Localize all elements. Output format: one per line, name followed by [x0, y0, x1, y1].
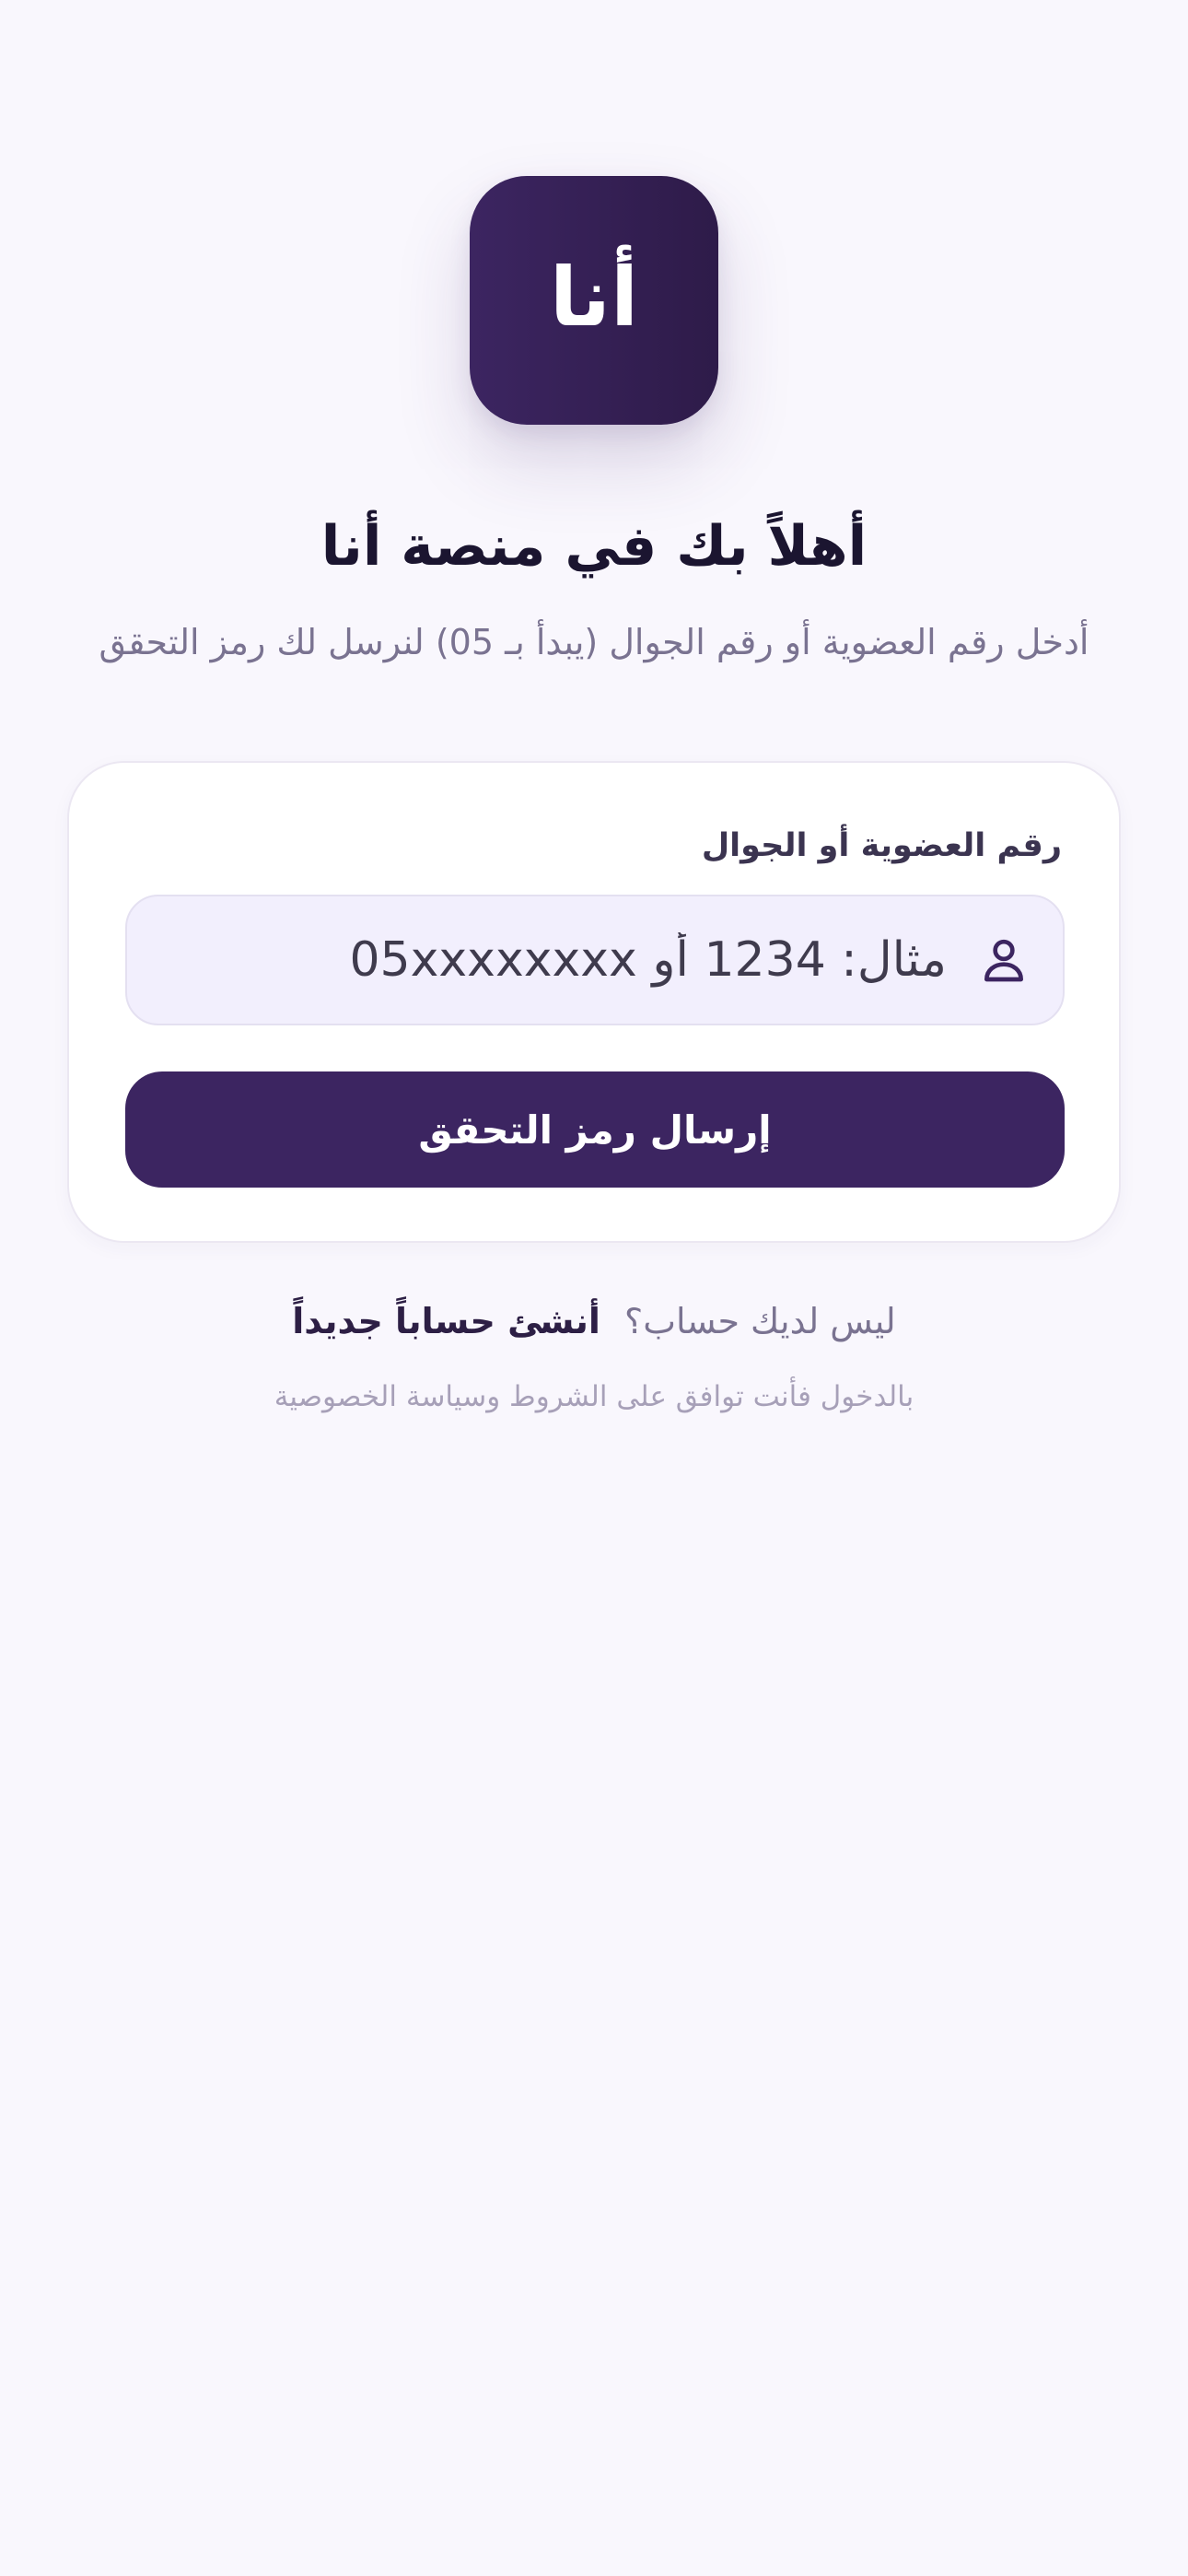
app-logo: أنا	[470, 176, 718, 425]
login-page: أنا أهلاً بك في منصة أنا أدخل رقم العضوي…	[0, 0, 1188, 2576]
page-subtitle: أدخل رقم العضوية أو رقم الجوال (يبدأ بـ …	[99, 622, 1089, 662]
signup-row: ليس لديك حساب؟ أنشئ حساباً جديداً	[0, 1292, 1188, 1351]
user-icon	[974, 931, 1033, 989]
no-account-text: ليس لديك حساب؟	[624, 1301, 896, 1341]
member-input-wrapper[interactable]	[125, 895, 1065, 1025]
member-field-label: رقم العضوية أو الجوال	[701, 827, 1062, 864]
terms-notice: بالدخول فأنت توافق على الشروط وسياسة الخ…	[274, 1380, 914, 1413]
logo-text: أنا	[549, 250, 639, 345]
page-title: أهلاً بك في منصة أنا	[320, 514, 868, 579]
login-card: رقم العضوية أو الجوال إرسال رمز التحقق	[67, 761, 1121, 1243]
send-otp-button[interactable]: إرسال رمز التحقق	[125, 1071, 1065, 1188]
create-account-link[interactable]: أنشئ حساباً جديداً	[292, 1301, 600, 1341]
member-or-phone-input[interactable]	[164, 896, 974, 1024]
